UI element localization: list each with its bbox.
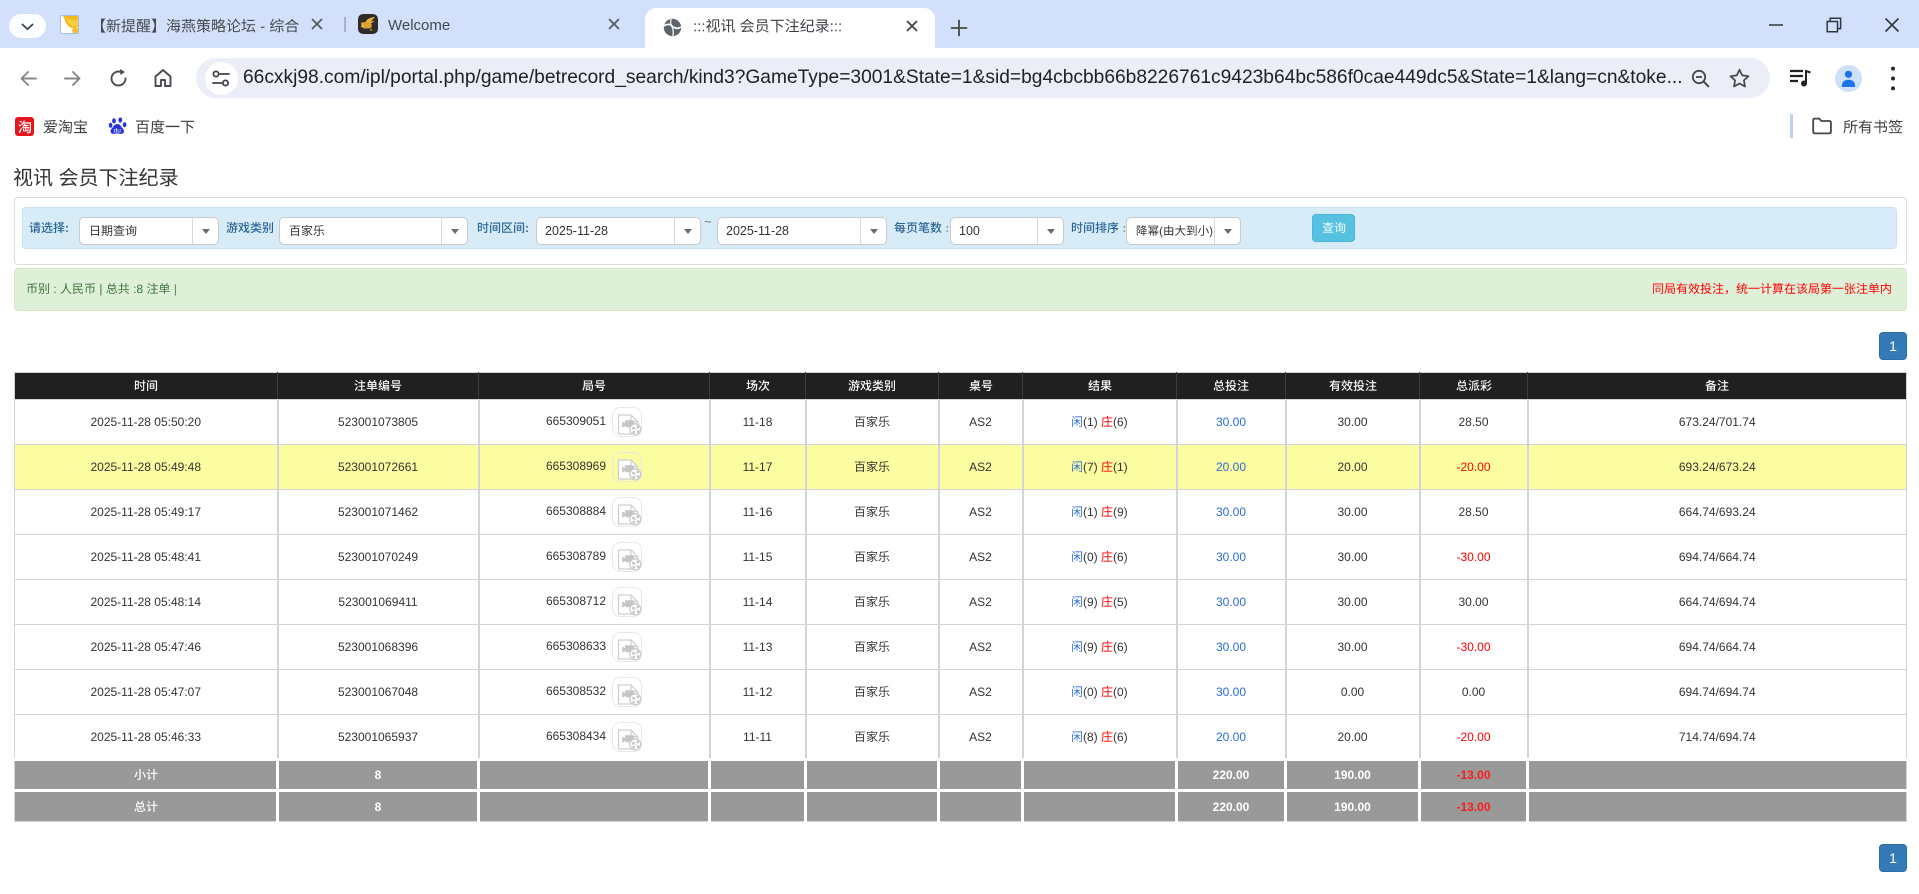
svg-text:du: du — [114, 127, 122, 134]
